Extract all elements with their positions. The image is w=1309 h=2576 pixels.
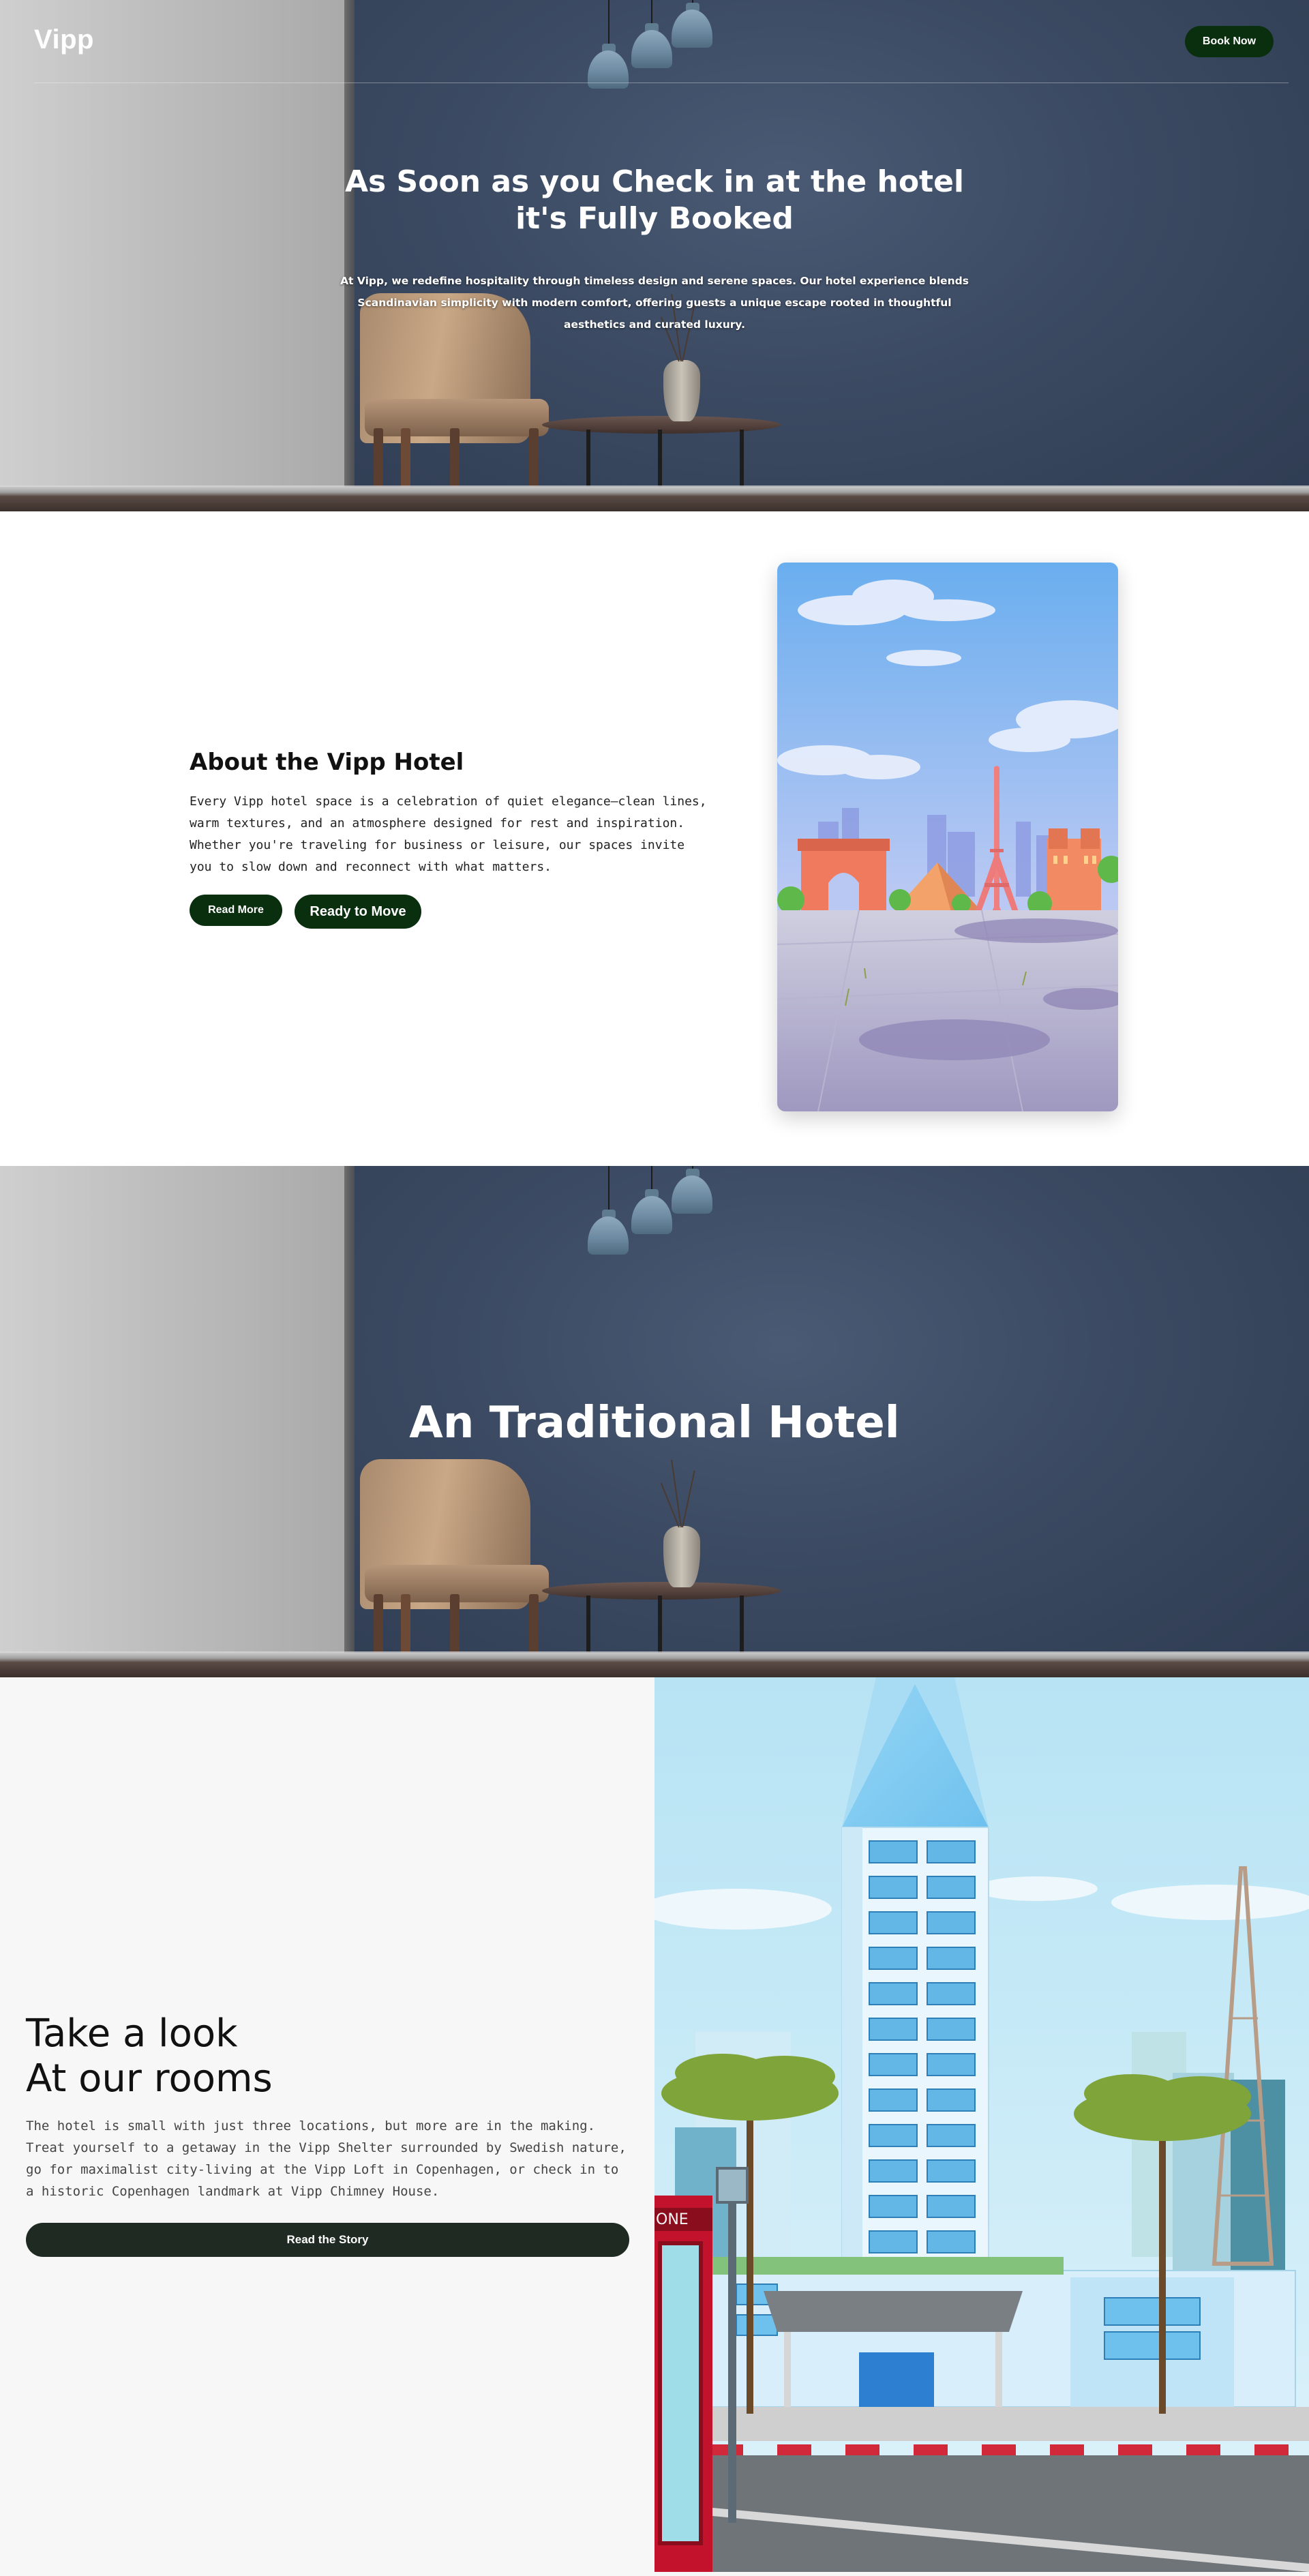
paris-city-illustration — [777, 563, 1118, 1111]
ready-to-move-button[interactable]: Ready to Move — [295, 895, 421, 929]
navbar: Vipp Book Now — [0, 0, 1309, 83]
about-title: About the Vipp Hotel — [190, 749, 464, 776]
rooms-title: Take a look At our rooms — [26, 2011, 629, 2101]
rooms-title-line2: At our rooms — [26, 2056, 273, 2101]
traditional-title: An Traditional Hotel — [409, 1398, 900, 1448]
logo[interactable]: Vipp — [34, 25, 94, 55]
hero-content: As Soon as you Check in at the hotel it'… — [327, 164, 982, 335]
read-the-story-button[interactable]: Read the Story — [26, 2223, 629, 2257]
about-actions: Read More Ready to Move — [190, 895, 708, 929]
about-section: About the Vipp Hotel Every Vipp hotel sp… — [0, 511, 1309, 1166]
rooms-content: Take a look At our rooms The hotel is sm… — [26, 2011, 629, 2257]
about-content: About the Vipp Hotel Every Vipp hotel sp… — [190, 749, 708, 929]
phone-booth-sign: ONE — [656, 2211, 689, 2228]
rooms-section: Take a look At our rooms The hotel is sm… — [0, 1677, 1309, 2576]
vase — [663, 360, 700, 421]
rooms-description: The hotel is small with just three locat… — [26, 2118, 627, 2199]
rooms-title-line1: Take a look — [26, 2011, 238, 2056]
traditional-section: An Traditional Hotel — [0, 1166, 1309, 1677]
read-more-button[interactable]: Read More — [190, 895, 282, 926]
book-now-button[interactable]: Book Now — [1185, 26, 1274, 57]
hero-title: As Soon as you Check in at the hotel it'… — [344, 164, 964, 236]
hotel-street-illustration: ONE — [654, 1677, 1309, 2572]
hero-description: At Vipp, we redefine hospitality through… — [340, 275, 969, 331]
hero-section: Vipp Book Now As Soon as you Check in at… — [0, 0, 1309, 511]
about-description: Every Vipp hotel space is a celebration … — [190, 794, 707, 874]
vase — [663, 1526, 700, 1587]
